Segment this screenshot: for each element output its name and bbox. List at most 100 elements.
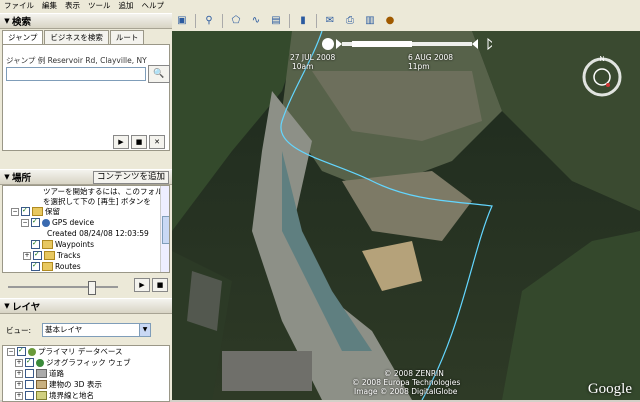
globe-icon (28, 347, 36, 356)
time-start-time: 10am (292, 62, 314, 71)
search-button[interactable]: 🔍 (148, 65, 170, 83)
slider-thumb[interactable] (88, 281, 96, 295)
play-button[interactable]: ▶ (113, 135, 129, 149)
collapse-icon[interactable]: ▼ (2, 173, 12, 181)
sky-icon[interactable]: ● (383, 14, 397, 28)
overlay-icon[interactable]: ▤ (269, 14, 283, 28)
collapse-icon[interactable]: − (21, 218, 29, 227)
menu-view[interactable]: 表示 (61, 0, 84, 11)
search-title: 検索 (12, 17, 32, 28)
expand-icon[interactable]: + (15, 380, 23, 389)
checkbox[interactable] (25, 356, 34, 367)
view-select[interactable]: 基本レイヤ ▼ (42, 323, 151, 337)
folder-icon (42, 262, 53, 271)
menu-file[interactable]: ファイル (0, 0, 38, 11)
collapse-icon[interactable]: − (11, 207, 19, 216)
layers-tree: − プライマリ データベース + ジオグラフィック ウェブ + 道路 + 建物の… (2, 345, 170, 402)
maps-icon[interactable]: ▥ (363, 14, 377, 28)
tab-route[interactable]: ルート (109, 30, 145, 44)
expand-icon[interactable]: + (23, 251, 31, 260)
layer-item[interactable]: + ジオグラフィック ウェブ (15, 356, 169, 368)
separator (195, 14, 196, 28)
sidebar-toggle-icon[interactable]: ▣ (175, 14, 189, 28)
places-controls: ▶ ■ (134, 278, 168, 292)
collapse-icon[interactable]: − (7, 347, 15, 356)
checkbox[interactable] (33, 249, 42, 260)
checkbox[interactable] (21, 205, 30, 216)
expand-icon[interactable]: + (15, 358, 23, 367)
gps-icon (42, 218, 50, 227)
tab-jump[interactable]: ジャンプ (2, 30, 44, 44)
web-icon (36, 358, 44, 367)
checkbox[interactable] (31, 216, 40, 227)
checkbox[interactable] (25, 369, 34, 378)
menu-tools[interactable]: ツール (84, 0, 115, 11)
search-body: ジャンプ 例 Reservoir Rd, Clayville, NY 🔍 ▶ ■… (2, 44, 170, 151)
navigation-compass-icon[interactable]: N (580, 55, 624, 99)
map-view[interactable]: 27 JUL 2008 10am 6 AUG 2008 11pm N © 200… (172, 31, 640, 400)
stop-button[interactable]: ■ (131, 135, 147, 149)
checkbox[interactable] (25, 391, 34, 400)
building-icon (36, 380, 47, 389)
stop-tour-button[interactable]: ■ (152, 278, 168, 292)
time-slider[interactable] (322, 37, 492, 51)
border-icon (36, 391, 47, 400)
layer-item[interactable]: + 道路 (15, 368, 169, 379)
opacity-slider[interactable] (8, 281, 118, 295)
checkbox[interactable] (31, 260, 40, 271)
layers-header[interactable]: ▼ レイヤ (0, 298, 172, 314)
ruler-icon[interactable]: ▮ (296, 14, 310, 28)
places-tree: ツアーを開始するには、このフォル を選択して下の [再生] ボタンを − 保留 … (2, 185, 170, 273)
clock-icon[interactable] (322, 38, 334, 50)
satellite-terrain (172, 31, 640, 400)
expand-icon[interactable]: + (15, 369, 23, 378)
collapse-icon[interactable]: ▼ (2, 302, 12, 310)
polygon-icon[interactable]: ⬠ (229, 14, 243, 28)
attribution-zenrin: © 2008 ZENRIN (384, 369, 444, 378)
play-tour-button[interactable]: ▶ (134, 278, 150, 292)
tree-item-routes[interactable]: Routes (31, 260, 169, 272)
checkbox[interactable] (25, 380, 34, 389)
collapse-icon[interactable]: ▼ (2, 17, 12, 25)
search-header[interactable]: ▼ 検索 (0, 13, 172, 29)
search-input[interactable] (6, 67, 146, 81)
checkbox[interactable] (31, 238, 40, 249)
google-logo: Google (587, 381, 632, 397)
separator (289, 14, 290, 28)
dropdown-arrow-icon[interactable]: ▼ (139, 324, 150, 336)
left-panel: ▼ 検索 ジャンプ ビジネスを検索 ルート ジャンプ 例 Reservoir R… (0, 11, 173, 402)
menu-edit[interactable]: 編集 (38, 0, 61, 11)
expand-icon[interactable]: + (15, 391, 23, 400)
attribution-digitalglobe: Image © 2008 DigitalGlobe (354, 387, 458, 396)
tree-item-waypoints[interactable]: Waypoints (31, 238, 169, 250)
placemark-icon[interactable]: ⚲ (202, 14, 216, 28)
tree-item-gps[interactable]: − GPS device (21, 216, 169, 228)
time-end-date: 6 AUG 2008 (408, 53, 454, 62)
close-button[interactable]: ✕ (149, 135, 165, 149)
time-start-date: 27 JUL 2008 (290, 53, 336, 62)
path-icon[interactable]: ∿ (249, 14, 263, 28)
email-icon[interactable]: ✉ (323, 14, 337, 28)
scroll-thumb[interactable] (162, 216, 169, 244)
separator (222, 14, 223, 28)
layer-item[interactable]: + 境界線と地名 (15, 390, 169, 401)
tab-business[interactable]: ビジネスを検索 (44, 30, 109, 44)
menu-help[interactable]: ヘルプ (138, 0, 169, 11)
print-icon[interactable]: ⎙ (343, 14, 357, 28)
map-toolbar: ▣ ⚲ ⬠ ∿ ▤ ▮ ✉ ⎙ ▥ ● (172, 11, 640, 32)
search-tabs: ジャンプ ビジネスを検索 ルート (2, 30, 145, 44)
places-scrollbar[interactable] (160, 186, 169, 272)
layer-item[interactable]: + 建物の 3D 表示 (15, 379, 169, 390)
magnifier-icon: 🔍 (153, 69, 165, 79)
road-icon (36, 369, 47, 378)
menu-add[interactable]: 追加 (115, 0, 138, 11)
attribution-europa: © 2008 Europa Technologies (352, 378, 461, 387)
folder-icon (44, 251, 55, 260)
add-content-button[interactable]: コンテンツを追加 (92, 171, 169, 184)
checkbox[interactable] (17, 346, 26, 356)
search-controls: ▶ ■ ✕ (113, 135, 165, 149)
tree-item-tracks[interactable]: + Tracks (23, 249, 169, 261)
places-header[interactable]: ▼ 場所 コンテンツを追加 (0, 169, 172, 185)
layers-title: レイヤ (12, 302, 41, 313)
time-end-time: 11pm (408, 62, 430, 71)
